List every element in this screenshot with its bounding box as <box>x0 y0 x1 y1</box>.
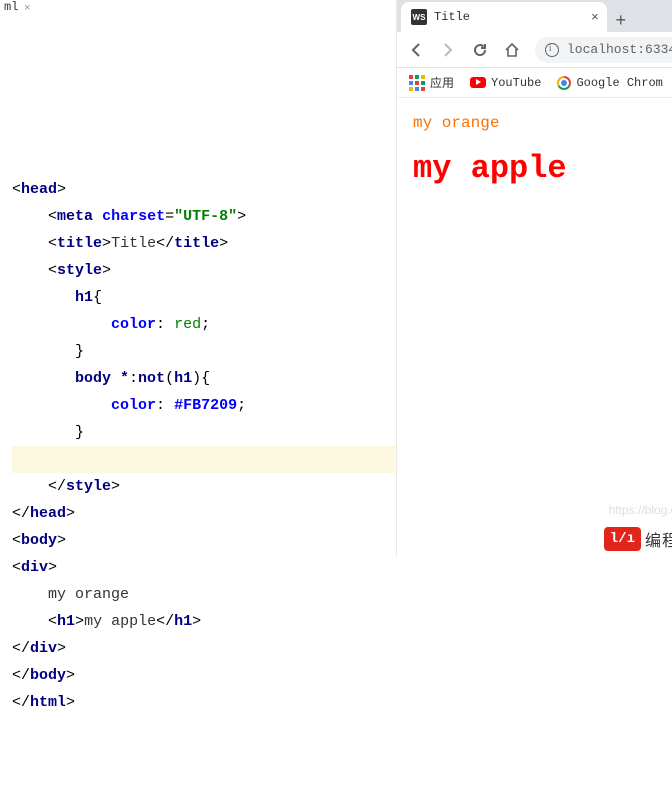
tab-title: Title <box>434 10 584 24</box>
address-text: localhost:63342 <box>567 42 672 57</box>
editor-tab-close-icon[interactable]: × <box>24 0 31 23</box>
forward-icon[interactable] <box>439 41 457 59</box>
heading-apple: my apple <box>413 150 672 187</box>
back-icon[interactable] <box>407 41 425 59</box>
bookmark-chrome[interactable]: Google Chrom <box>557 76 662 90</box>
code-editor[interactable]: ml × <head> <meta charset="UTF-8"> <titl… <box>0 0 397 557</box>
bookmark-label: Google Chrom <box>576 76 662 90</box>
watermark-logo: l/ı 编程网 <box>604 527 672 551</box>
bookmarks-bar: 应用 YouTube Google Chrom <box>397 68 672 98</box>
home-icon[interactable] <box>503 41 521 59</box>
site-info-icon[interactable] <box>545 43 559 57</box>
tab-close-icon[interactable]: × <box>591 10 599 25</box>
editor-gutter <box>0 0 8 557</box>
apps-shortcut[interactable]: 应用 <box>409 74 454 91</box>
favicon-icon: WS <box>411 9 427 25</box>
youtube-icon <box>470 77 486 88</box>
code-area[interactable]: <head> <meta charset="UTF-8"> <title>Tit… <box>0 135 396 743</box>
address-bar[interactable]: localhost:63342 <box>535 37 672 63</box>
new-tab-button[interactable]: + <box>607 12 635 32</box>
browser-tabstrip: WS Title × + <box>397 0 672 32</box>
rendered-page: my orange my apple https://blog.csdn l/ı… <box>397 98 672 557</box>
chrome-icon <box>557 76 571 90</box>
reload-icon[interactable] <box>471 41 489 59</box>
bookmark-label: YouTube <box>491 76 541 90</box>
apps-label: 应用 <box>430 74 454 91</box>
browser-tab[interactable]: WS Title × <box>401 2 607 32</box>
text-orange: my orange <box>413 114 672 132</box>
browser-toolbar: localhost:63342 <box>397 32 672 68</box>
browser-panel: WS Title × + localhost:63342 应用 <box>397 0 672 557</box>
apps-icon <box>409 75 425 91</box>
editor-highlighted-line <box>12 446 396 473</box>
watermark-url: https://blog.csdn <box>609 503 672 517</box>
bookmark-youtube[interactable]: YouTube <box>470 76 541 90</box>
editor-tab[interactable]: ml <box>4 0 18 21</box>
